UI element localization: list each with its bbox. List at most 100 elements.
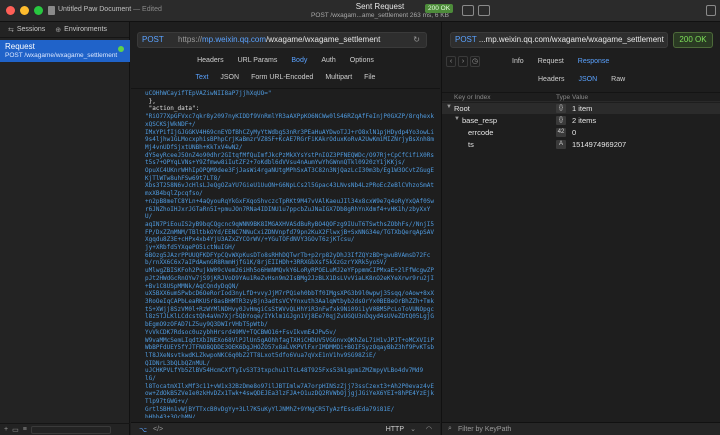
document-title-text: Untitled Paw Document	[58, 6, 132, 13]
response-method: POST	[455, 35, 477, 44]
sidebar: ⇆ Sessions ⊕ Environments Request POST /…	[0, 22, 130, 435]
layout-left-icon[interactable]	[462, 5, 474, 16]
tab-response-headers[interactable]: Headers	[538, 76, 564, 83]
code-view-button[interactable]: </>	[153, 426, 163, 433]
tab-request[interactable]: Request	[538, 58, 564, 65]
body-line: OpuXC4UKnrWHhIpOPQM9dee3FjJasWi4rgaNUtgM…	[145, 167, 434, 182]
tab-url-params[interactable]: URL Params	[238, 57, 278, 69]
folder-icon[interactable]: ▭	[12, 426, 19, 434]
request-tabs: Headers URL Params Body Auth Options	[131, 57, 440, 69]
tab-environments[interactable]: ⊕ Environments	[55, 26, 107, 34]
document-title: Untitled Paw Document — Edited	[58, 6, 162, 13]
tree-value: 0	[572, 128, 577, 137]
zoom-window-button[interactable]	[34, 6, 43, 15]
body-line: uX5BXX6umSPwbcD6OeRorIod3nyLfD+vvyJjM7rP…	[145, 290, 434, 329]
body-line: YvVkCDK7Rdsoc0uzybhHrsrd49MV+TQCBWO16+Fs…	[145, 328, 337, 336]
minimize-window-button[interactable]	[20, 6, 29, 15]
tree-key: Root	[454, 104, 470, 113]
tab-auth[interactable]: Auth	[321, 57, 335, 69]
body-line: aqIN7PiEouIS2yB9bqCQgcnc9qWNN9BK8IMGAXHV…	[145, 220, 434, 244]
response-url: POST ...mp.weixin.qq.com/wxagame/wxagame…	[450, 32, 668, 48]
tree-row-ts[interactable]: ts A 1514974969207	[442, 139, 720, 150]
chevron-down-icon[interactable]: ⌄	[410, 425, 416, 433]
url-path: /wxagame/wxagame_settlement	[266, 35, 381, 44]
close-window-button[interactable]	[6, 6, 15, 15]
body-line: IMxYPifIjGJGGKV4H69cnEYDfBhCZyMyYtWdbgS3…	[145, 128, 434, 151]
tab-multipart[interactable]: Multipart	[325, 74, 352, 86]
body-line: l8TocatmXIlxMf3c11+vW1x32BzDme8o97ilJBTI…	[145, 382, 434, 406]
body-format-tabs: Text JSON Form URL-Encoded Multipart Fil…	[131, 74, 440, 86]
body-line: W9vaMMcSemLIqdtXbINEXo68VlPJlUn5gAOhhfag…	[145, 336, 434, 359]
request-footer: ⌥ </> HTTP ⌄ ◠	[131, 422, 440, 435]
tab-body[interactable]: Body	[291, 57, 307, 69]
tree-row-errcode[interactable]: errcode 42 0	[442, 127, 720, 138]
sidebar-item-name: Request	[5, 42, 35, 51]
tab-sessions[interactable]: ⇆ Sessions	[8, 26, 45, 34]
layout-split-icon[interactable]	[478, 5, 490, 16]
tab-info[interactable]: Info	[512, 58, 524, 65]
sidebar-search-input[interactable]	[30, 425, 111, 434]
tab-response-raw[interactable]: Raw	[611, 76, 625, 83]
body-line: dY5eyRceeJ5OnZ4o90dhr2GItqfMfQuImfJkcPzM…	[145, 151, 434, 167]
sidebar-footer: + ▭ ≡	[0, 423, 130, 435]
tab-json[interactable]: JSON	[220, 74, 239, 86]
tab-environments-label: Environments	[64, 26, 107, 33]
tree-value: 1 item	[572, 104, 593, 113]
body-line: QIDNrL3bQLbQZnMUL/	[145, 359, 211, 367]
tab-response[interactable]: Response	[578, 58, 610, 65]
body-line: GrtlSBHn1vWjBYTTxcB0vDgYy+3Ll7K5uKyYlJNM…	[145, 405, 395, 413]
column-key[interactable]: Key or Index	[454, 94, 491, 101]
tree-key: base_resp	[462, 116, 498, 125]
type-badge: {}	[556, 104, 566, 113]
reload-icon[interactable]: ↻	[413, 35, 420, 44]
body-line: Xbs3T258N6vJcHlsLJeQgOZaYU7GieU1UuON+G6N…	[145, 182, 434, 198]
chevron-left-icon[interactable]: ‹	[446, 56, 456, 67]
document-icon	[48, 6, 55, 15]
network-icon[interactable]: ◠	[426, 425, 432, 433]
tab-options[interactable]: Options	[350, 57, 374, 69]
column-value[interactable]: Value	[572, 94, 588, 101]
sidebar-item-request[interactable]: Request POST /wxagame/wxagame_settlement	[0, 40, 130, 62]
response-status-badge: 200 OK	[673, 32, 713, 48]
body-line: lG/	[145, 375, 156, 383]
tree-value: 1514974969207	[572, 140, 627, 149]
body-line: +n2pB8meTC8YLn+4aQyouRqYkGxFXqoShvczcTpR…	[145, 197, 434, 221]
tab-headers[interactable]: Headers	[197, 57, 223, 69]
sidebar-tabs: ⇆ Sessions ⊕ Environments	[0, 22, 129, 38]
add-icon[interactable]: +	[4, 426, 8, 433]
tab-form-url-encoded[interactable]: Form URL-Encoded	[251, 74, 313, 86]
url-bar[interactable]: POST https://mp.weixin.qq.com/wxagame/wx…	[137, 32, 427, 48]
body-line: uCOHhWCayifTEpVAZiwNII8aP7jjhXqUO="	[145, 90, 272, 97]
http-library-selector[interactable]: HTTP	[386, 426, 404, 433]
url-field[interactable]: https://mp.weixin.qq.com/wxagame/wxagame…	[178, 35, 380, 44]
layout-right-icon[interactable]	[706, 5, 716, 16]
body-text-editor[interactable]: uCOHhWCayifTEpVAZiwNII8aP7jjhXqUO=" }, "…	[145, 90, 435, 418]
chevron-right-icon[interactable]: ›	[458, 56, 468, 67]
filter-icon[interactable]: ≡	[23, 426, 27, 433]
type-badge: {}	[556, 116, 566, 125]
method-selector[interactable]: POST	[142, 35, 164, 44]
history-icon[interactable]: ◷	[470, 56, 480, 67]
response-viewer: POST ...mp.weixin.qq.com/wxagame/wxagame…	[441, 22, 720, 435]
body-line: jy+XRbfd5YXqePO5ictNuIGH/	[145, 244, 236, 252]
sessions-icon: ⇆	[8, 26, 14, 34]
tab-file[interactable]: File	[364, 74, 375, 86]
environments-icon: ⊕	[55, 26, 62, 34]
disclosure-triangle-icon[interactable]: ▼	[454, 116, 460, 122]
document-edited-label: — Edited	[133, 6, 162, 13]
format-icon[interactable]: ⌥	[139, 426, 147, 434]
disclosure-triangle-icon[interactable]: ▼	[446, 104, 452, 110]
body-line: bHhb43+3QcbMN/	[145, 413, 196, 418]
keypath-filter-input[interactable]: Filter by KeyPath	[458, 426, 511, 433]
request-editor: POST https://mp.weixin.qq.com/wxagame/wx…	[131, 22, 440, 435]
tree-key: errcode	[468, 128, 494, 137]
tab-sessions-label: Sessions	[16, 26, 46, 33]
tree-row-base-resp[interactable]: ▼ base_resp {} 2 items	[442, 115, 720, 126]
tree-row-root[interactable]: ▼ Root {} 1 item	[442, 103, 720, 114]
column-type[interactable]: Type	[556, 94, 570, 101]
body-line: 6BOzg5JAzrPPUUQFKDFYpCQvWXpKusDTo8sRHhDQ…	[145, 251, 431, 267]
body-line: },	[145, 97, 156, 105]
body-line: "RiO77XpGFVxc7qkr8y2097nyKIDDf9VnRmlYR3a…	[145, 113, 434, 128]
tab-text[interactable]: Text	[196, 74, 209, 86]
tab-response-json[interactable]: JSON	[578, 76, 597, 83]
